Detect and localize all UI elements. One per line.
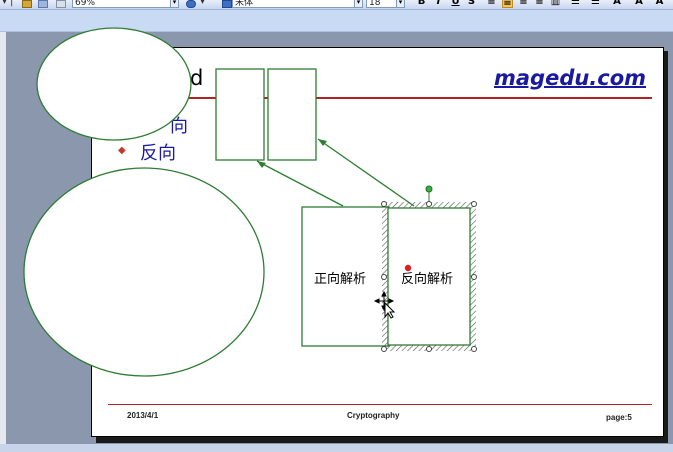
shape-ellipse-small[interactable]	[36, 27, 192, 141]
connector-arrow-right[interactable]	[317, 138, 415, 207]
shape-rect-top-right[interactable]	[267, 68, 317, 161]
arrowhead-icon	[257, 161, 266, 168]
rotation-handle-icon[interactable]	[425, 185, 433, 193]
diagram-layer	[23, 27, 477, 377]
forward-resolution-label[interactable]: 正向解析	[314, 268, 366, 287]
shape-rect-top-left[interactable]	[215, 68, 265, 161]
reverse-resolution-label[interactable]: 反向解析	[401, 268, 453, 287]
shape-ellipse-large[interactable]	[23, 167, 265, 377]
connector-arrow-left[interactable]	[256, 160, 344, 207]
